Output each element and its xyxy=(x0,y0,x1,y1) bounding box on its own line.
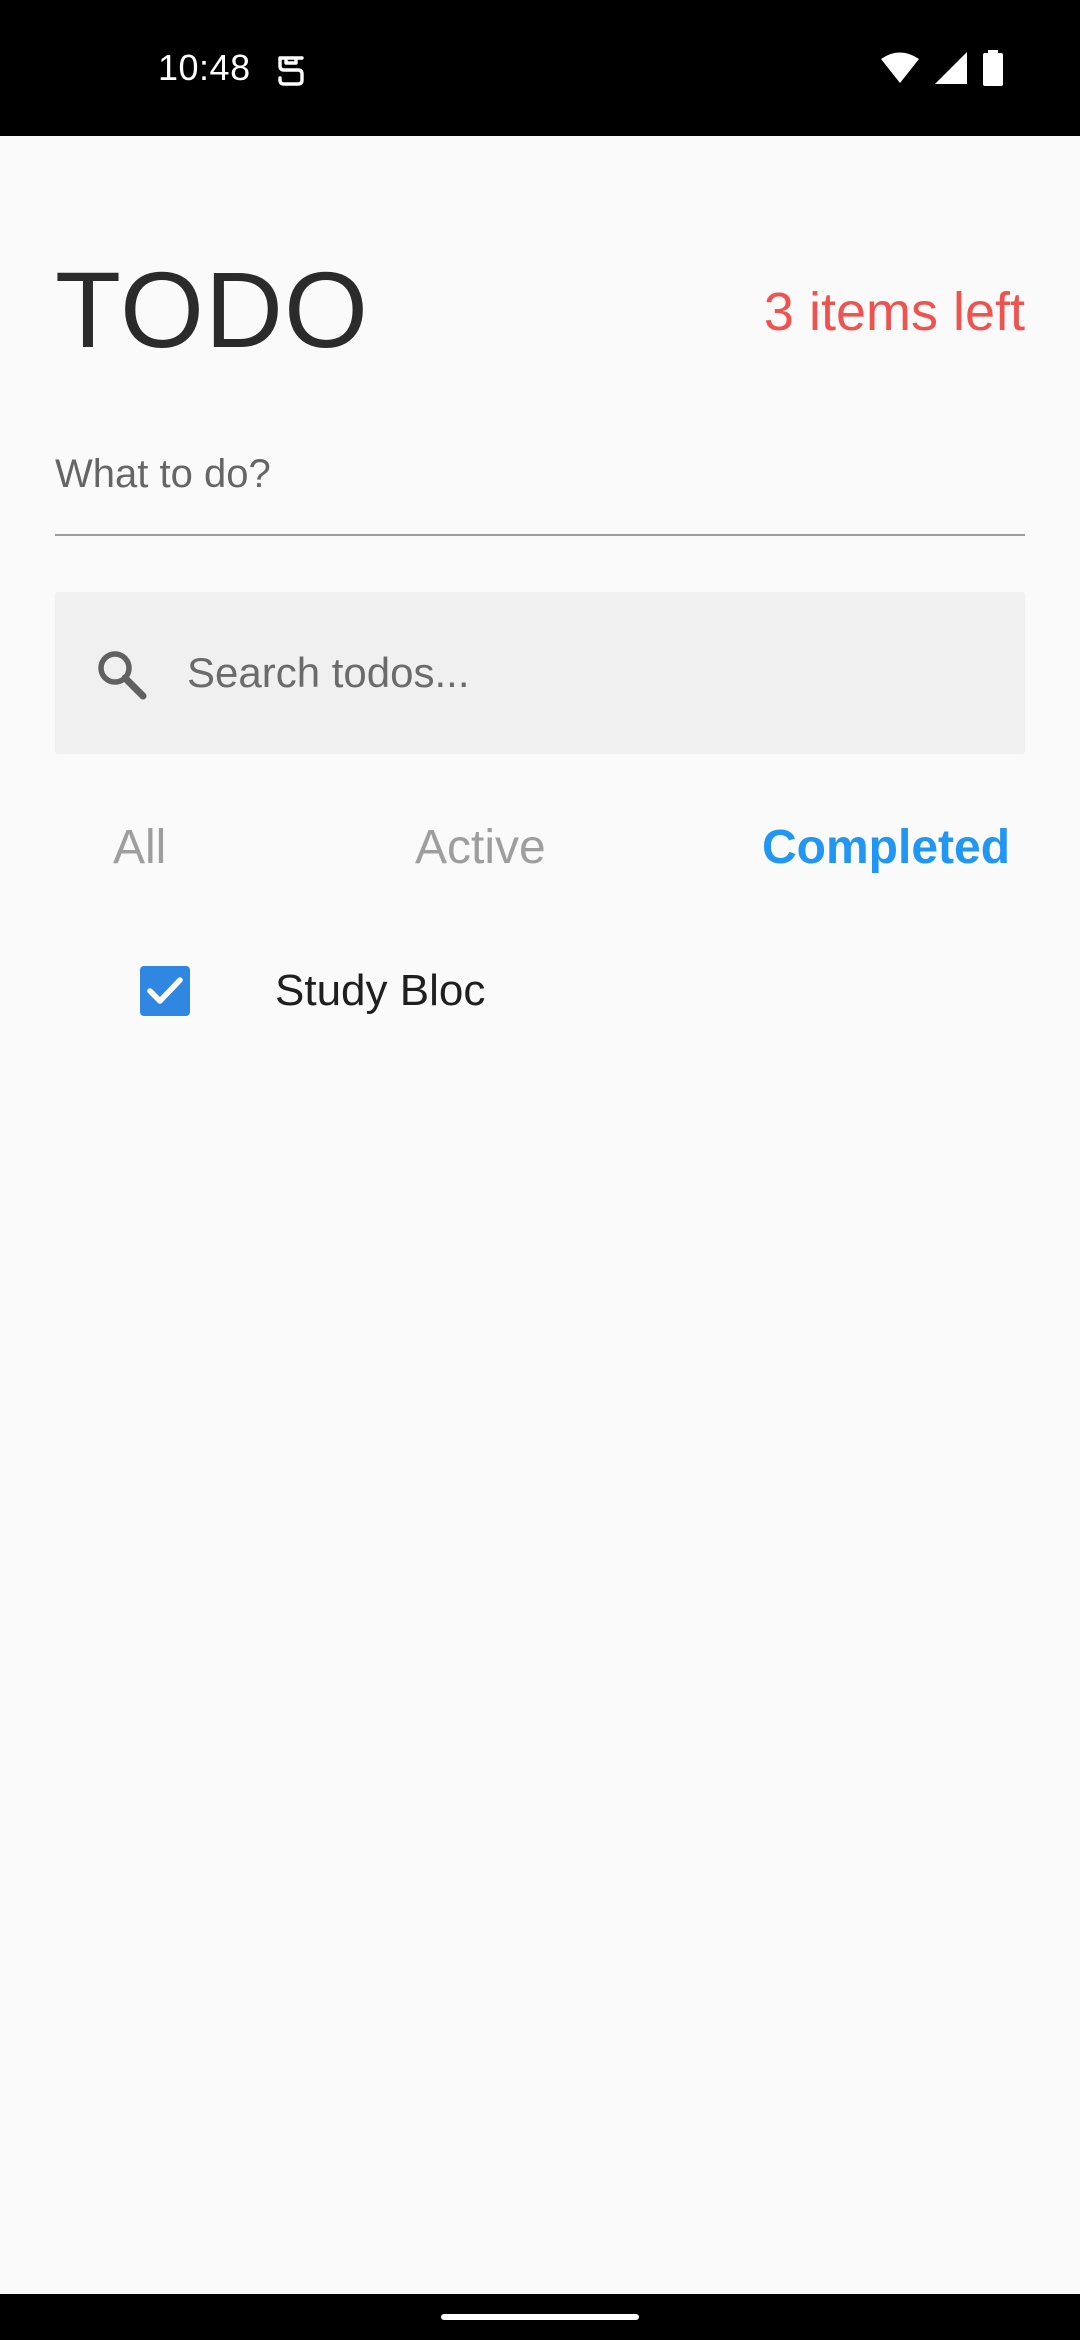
checkmark-icon xyxy=(147,977,183,1004)
todo-text: Study Bloc xyxy=(275,966,486,1015)
todo-checkbox[interactable] xyxy=(140,966,190,1016)
status-time: 10:48 xyxy=(158,47,251,88)
items-left-count: 3 items left xyxy=(763,282,1025,342)
battery-icon xyxy=(983,50,1003,86)
filter-all[interactable]: All xyxy=(113,818,166,878)
status-icons xyxy=(880,50,1004,86)
new-todo-input[interactable] xyxy=(55,434,1025,514)
search-box xyxy=(55,592,1025,754)
home-gesture-handle[interactable] xyxy=(441,2314,639,2320)
wifi-icon xyxy=(881,52,919,83)
signal-icon xyxy=(935,52,967,84)
search-icon xyxy=(98,651,147,700)
new-todo-field xyxy=(55,418,1025,536)
filter-completed[interactable]: Completed xyxy=(762,818,1010,878)
page-title: TODO xyxy=(55,249,370,370)
search-input[interactable] xyxy=(187,632,987,714)
notification-icon xyxy=(278,56,304,86)
navigation-bar xyxy=(0,2294,1080,2340)
status-bar: 10:48 xyxy=(0,0,1080,136)
filter-active[interactable]: Active xyxy=(415,818,546,878)
todo-item[interactable]: Study Bloc xyxy=(0,930,1080,1050)
